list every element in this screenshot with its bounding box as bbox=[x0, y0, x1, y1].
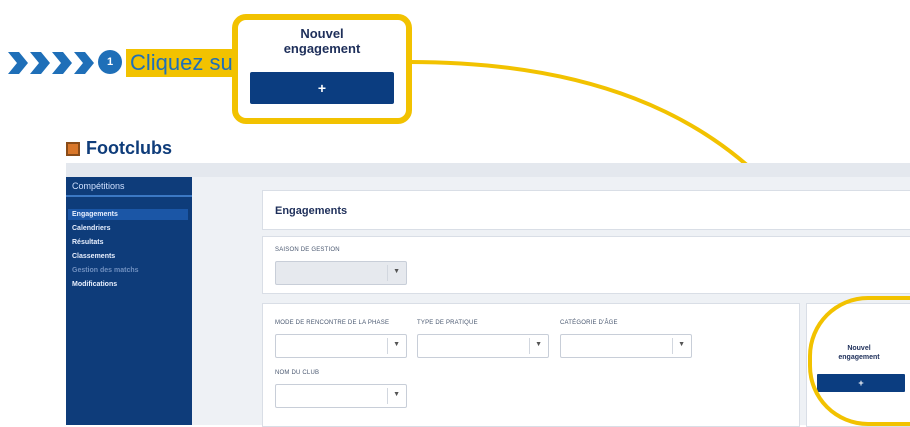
filter-label-type: TYPE DE PRATIQUE bbox=[417, 320, 478, 326]
highlight-ring bbox=[808, 296, 910, 426]
chevron-down-icon: ▼ bbox=[678, 341, 685, 348]
sidebar-item-resultats[interactable]: Résultats bbox=[72, 237, 188, 248]
logo-mark-icon bbox=[66, 141, 80, 156]
sidebar-item-calendriers[interactable]: Calendriers bbox=[72, 223, 188, 234]
zoom-callout-title: Nouvel engagement bbox=[238, 26, 406, 56]
zoom-title-line1: Nouvel bbox=[300, 26, 344, 41]
chevron-down-icon: ▼ bbox=[393, 391, 400, 398]
filter-select-club[interactable]: ▼ bbox=[275, 384, 407, 408]
season-select[interactable]: ▼ bbox=[275, 261, 407, 285]
filter-label-category: CATÉGORIE D'ÂGE bbox=[560, 320, 618, 326]
zoom-title-line2: engagement bbox=[283, 41, 361, 56]
chevron-down-icon: ▼ bbox=[393, 341, 400, 348]
filter-label-club: NOM DU CLUB bbox=[275, 370, 320, 376]
page-header-panel: Engagements bbox=[262, 190, 910, 230]
sidebar-item-engagements[interactable]: Engagements bbox=[68, 209, 188, 220]
season-panel: SAISON DE GESTION ▼ bbox=[262, 236, 910, 294]
sidebar-item-classements[interactable]: Classements bbox=[72, 251, 188, 262]
season-label: SAISON DE GESTION bbox=[275, 247, 340, 253]
sidebar: Compétitions Engagements Calendriers Rés… bbox=[66, 177, 192, 425]
top-bar bbox=[66, 163, 910, 177]
sidebar-section-competitions[interactable]: Compétitions bbox=[66, 177, 192, 197]
app-name: Footclubs bbox=[86, 138, 172, 158]
filter-select-type[interactable]: ▼ bbox=[417, 334, 549, 358]
page-title: Engagements bbox=[275, 205, 348, 217]
filter-select-category[interactable]: ▼ bbox=[560, 334, 692, 358]
filter-label-mode: MODE DE RENCONTRE DE LA PHASE bbox=[275, 320, 390, 326]
zoom-new-engagement-button[interactable]: + bbox=[250, 72, 394, 104]
app-logo[interactable]: Footclubs bbox=[66, 138, 172, 159]
filters-panel: MODE DE RENCONTRE DE LA PHASE ▼ TYPE DE … bbox=[262, 303, 800, 427]
filter-select-mode[interactable]: ▼ bbox=[275, 334, 407, 358]
chevron-down-icon: ▼ bbox=[393, 268, 400, 275]
zoom-callout: Nouvel engagement + bbox=[232, 14, 412, 124]
sidebar-item-modifications[interactable]: Modifications bbox=[72, 279, 188, 290]
sidebar-item-gestion-matchs[interactable]: Gestion des matchs bbox=[72, 265, 188, 276]
chevron-down-icon: ▼ bbox=[535, 341, 542, 348]
